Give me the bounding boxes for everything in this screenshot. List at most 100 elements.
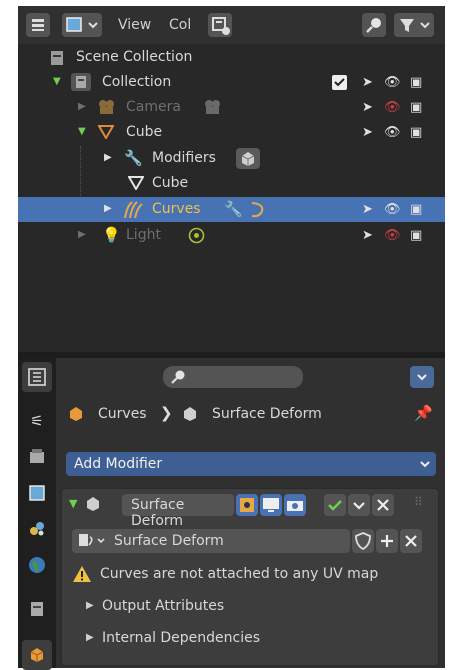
collection-menu[interactable]: Col: [169, 17, 191, 33]
filter-dropdown[interactable]: [394, 13, 434, 37]
modifier-name-field[interactable]: Surface Deform: [122, 494, 234, 529]
search-button[interactable]: [362, 13, 386, 37]
render-camera-icon[interactable]: ▣: [410, 125, 422, 140]
pin-icon[interactable]: 📌: [414, 404, 433, 422]
select-cursor-icon[interactable]: ➤: [362, 125, 373, 140]
plus-icon: [381, 535, 393, 547]
expand-arrow-icon[interactable]: ▼: [78, 126, 86, 137]
wrench-icon: 🔧: [124, 149, 143, 167]
target-clear-button[interactable]: [400, 529, 422, 553]
properties-header: [56, 358, 445, 394]
tree-item-light[interactable]: ▶ 💡 Light ➤ 👁 ▣: [18, 223, 445, 248]
render-camera-icon[interactable]: ▣: [410, 202, 422, 217]
tree-item-curves[interactable]: ▶ Curves 🔧 ➤ 👁 ▣: [18, 197, 445, 222]
breadcrumb-object: Curves: [98, 406, 147, 422]
display-mode-dropdown[interactable]: [62, 13, 102, 37]
render-camera-icon[interactable]: ▣: [410, 75, 422, 90]
modifier-panel: ▼ Surface Deform ⠿ Surface Deform Curves…: [61, 488, 439, 666]
output-tab[interactable]: [22, 442, 52, 472]
eye-hidden-icon[interactable]: 👁: [384, 228, 401, 243]
drag-handle-icon[interactable]: ⠿: [414, 495, 423, 509]
collection-tab[interactable]: [22, 594, 52, 624]
render-camera-icon: [287, 501, 303, 511]
properties-tab-bar: ⚟: [18, 358, 56, 670]
select-cursor-icon[interactable]: ➤: [362, 100, 373, 115]
subpanel-internal-dependencies[interactable]: ▶ Internal Dependencies: [62, 623, 438, 655]
breadcrumb: Curves ❯ Surface Deform 📌: [56, 394, 445, 434]
view-layer-icon: [29, 485, 45, 501]
expand-arrow-icon[interactable]: ▼: [53, 76, 61, 87]
tool-tab[interactable]: [22, 362, 52, 392]
view-layer-tab[interactable]: [22, 478, 52, 508]
properties-search-field[interactable]: [163, 366, 303, 388]
target-value: Surface Deform: [114, 533, 224, 549]
editor-type-button[interactable]: [26, 13, 50, 37]
expand-arrow-icon: ▶: [86, 632, 94, 643]
eye-icon[interactable]: 👁: [384, 202, 401, 217]
target-object-icon: [79, 534, 105, 546]
eye-icon[interactable]: 👁: [384, 75, 401, 90]
select-cursor-icon[interactable]: ➤: [362, 228, 373, 243]
wrench-icon: 🔧: [224, 200, 243, 218]
mesh-object-icon: [98, 125, 114, 139]
tree-item-collection[interactable]: ▼ Collection ➤ 👁 ▣: [18, 70, 445, 95]
extras-dropdown[interactable]: [348, 494, 370, 516]
object-tab[interactable]: [22, 640, 52, 670]
tree-item-modifiers[interactable]: ▶ 🔧 Modifiers: [18, 146, 445, 171]
scene-icon: [30, 522, 44, 536]
select-cursor-icon[interactable]: ➤: [362, 75, 373, 90]
tree-item-label: Curves: [152, 201, 201, 217]
eye-icon[interactable]: 👁: [384, 125, 401, 140]
tree-item-cube-mesh[interactable]: Cube: [18, 171, 445, 196]
render-tab[interactable]: ⚟: [22, 406, 52, 436]
target-field[interactable]: Surface Deform: [72, 529, 350, 553]
new-collection-button[interactable]: [208, 13, 232, 37]
output-icon: [30, 449, 44, 463]
search-icon: [171, 370, 185, 384]
outliner-header: View Col: [18, 6, 445, 44]
view-menu[interactable]: View: [118, 17, 151, 33]
checkmark-icon: [328, 500, 342, 511]
modifier-chip[interactable]: [236, 148, 260, 169]
blender-window: View Col Scene Collection ▼ Collection ➤…: [18, 6, 445, 670]
tree-item-camera[interactable]: ▶ Camera ➤ 👁 ▣: [18, 95, 445, 120]
expand-arrow-icon[interactable]: ▶: [78, 229, 86, 240]
edit-mode-icon: [240, 498, 254, 512]
subpanel-output-attributes[interactable]: ▶ Output Attributes: [62, 591, 438, 623]
light-object-icon: 💡: [102, 226, 121, 244]
add-modifier-dropdown[interactable]: Add Modifier: [66, 452, 436, 476]
close-icon: [405, 535, 417, 547]
viewport-toggle[interactable]: [260, 494, 282, 516]
apply-button[interactable]: [324, 494, 346, 516]
render-camera-icon[interactable]: ▣: [410, 100, 422, 115]
render-toggle[interactable]: [284, 494, 306, 516]
render-camera-icon[interactable]: ▣: [410, 228, 422, 243]
light-data-icon: [188, 227, 205, 244]
expand-arrow-icon[interactable]: ▶: [78, 101, 86, 112]
surface-deform-icon: [87, 497, 99, 511]
warning-icon: [73, 566, 91, 582]
options-dropdown-button[interactable]: [410, 366, 434, 388]
scene-collection-icon: [51, 51, 63, 65]
remove-modifier-button[interactable]: [372, 494, 394, 516]
exclude-checkbox[interactable]: [332, 75, 347, 90]
chevron-down-icon: [420, 461, 430, 468]
scene-tab[interactable]: [22, 514, 52, 544]
world-icon: [29, 557, 45, 573]
world-tab[interactable]: [22, 550, 52, 580]
eye-hidden-icon[interactable]: 👁: [384, 100, 401, 115]
new-collection-icon: [212, 17, 230, 35]
expand-arrow-icon[interactable]: ▶: [104, 152, 112, 163]
chevron-down-icon: [353, 502, 365, 510]
target-add-button[interactable]: [376, 529, 398, 553]
select-cursor-icon[interactable]: ➤: [362, 202, 373, 217]
target-shield-button[interactable]: [352, 529, 374, 553]
expand-arrow-icon[interactable]: ▶: [104, 203, 112, 214]
edit-mode-toggle[interactable]: [236, 494, 258, 516]
tree-item-cube[interactable]: ▼ Cube ➤ 👁 ▣: [18, 120, 445, 145]
collapse-arrow-icon[interactable]: ▼: [69, 497, 77, 510]
surface-deform-icon: [241, 152, 255, 166]
tree-item-label: Modifiers: [152, 150, 216, 166]
tree-item-scene-collection[interactable]: Scene Collection: [18, 45, 445, 70]
warning-message: Curves are not attached to any UV map: [100, 566, 379, 582]
